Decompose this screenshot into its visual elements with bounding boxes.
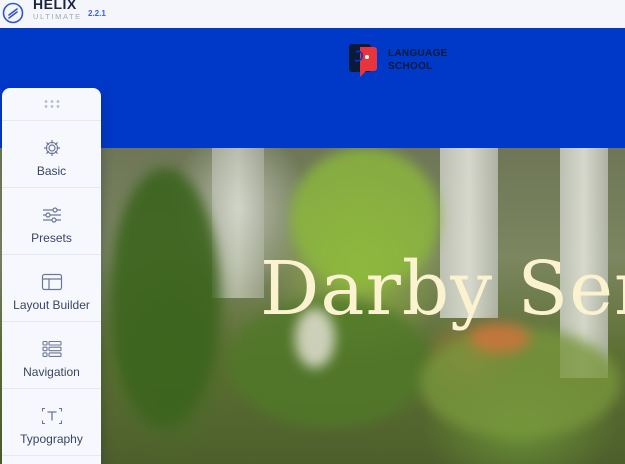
hero-pillar xyxy=(212,148,264,298)
panel-item-basic[interactable]: Basic xyxy=(2,121,101,188)
version-label: 2.2.1 xyxy=(88,9,106,18)
panel-item-typography[interactable]: Typography xyxy=(2,389,101,456)
page: HELIX ULTIMATE 2.2.1 LANGUAGE SCHOOL Dar… xyxy=(0,0,625,464)
hero-title: Darby Ser xyxy=(260,246,625,332)
menu-list-icon xyxy=(41,338,63,360)
panel-item-label: Presets xyxy=(31,231,72,245)
text-icon xyxy=(41,405,63,427)
layout-icon xyxy=(41,271,63,293)
site-logo-text[interactable]: LANGUAGE SCHOOL xyxy=(388,47,448,73)
drag-dots-icon[interactable] xyxy=(43,99,61,109)
sliders-icon xyxy=(41,204,63,226)
customizer-panel: Basic Presets Layout Builder Navigation … xyxy=(2,88,101,464)
admin-topbar: HELIX ULTIMATE 2.2.1 xyxy=(0,0,625,29)
panel-item-navigation[interactable]: Navigation xyxy=(2,322,101,389)
panel-item-label: Navigation xyxy=(23,365,80,379)
panel-item-presets[interactable]: Presets xyxy=(2,188,101,255)
panel-item-label: Basic xyxy=(36,164,67,178)
brand-name: HELIX xyxy=(33,0,77,12)
logo-line-2: SCHOOL xyxy=(388,61,433,72)
brand-subtitle: ULTIMATE xyxy=(33,12,82,21)
gear-icon xyxy=(41,137,63,159)
panel-item-label: Layout Builder xyxy=(13,298,90,312)
language-school-logo-icon[interactable] xyxy=(348,43,380,79)
logo-line-1: LANGUAGE xyxy=(388,48,448,59)
helix-logo-icon xyxy=(2,2,24,24)
panel-item-label: Typography xyxy=(20,432,83,446)
drag-handle[interactable] xyxy=(2,88,101,121)
hero-foliage xyxy=(110,168,220,428)
panel-item-layout-builder[interactable]: Layout Builder xyxy=(2,255,101,322)
